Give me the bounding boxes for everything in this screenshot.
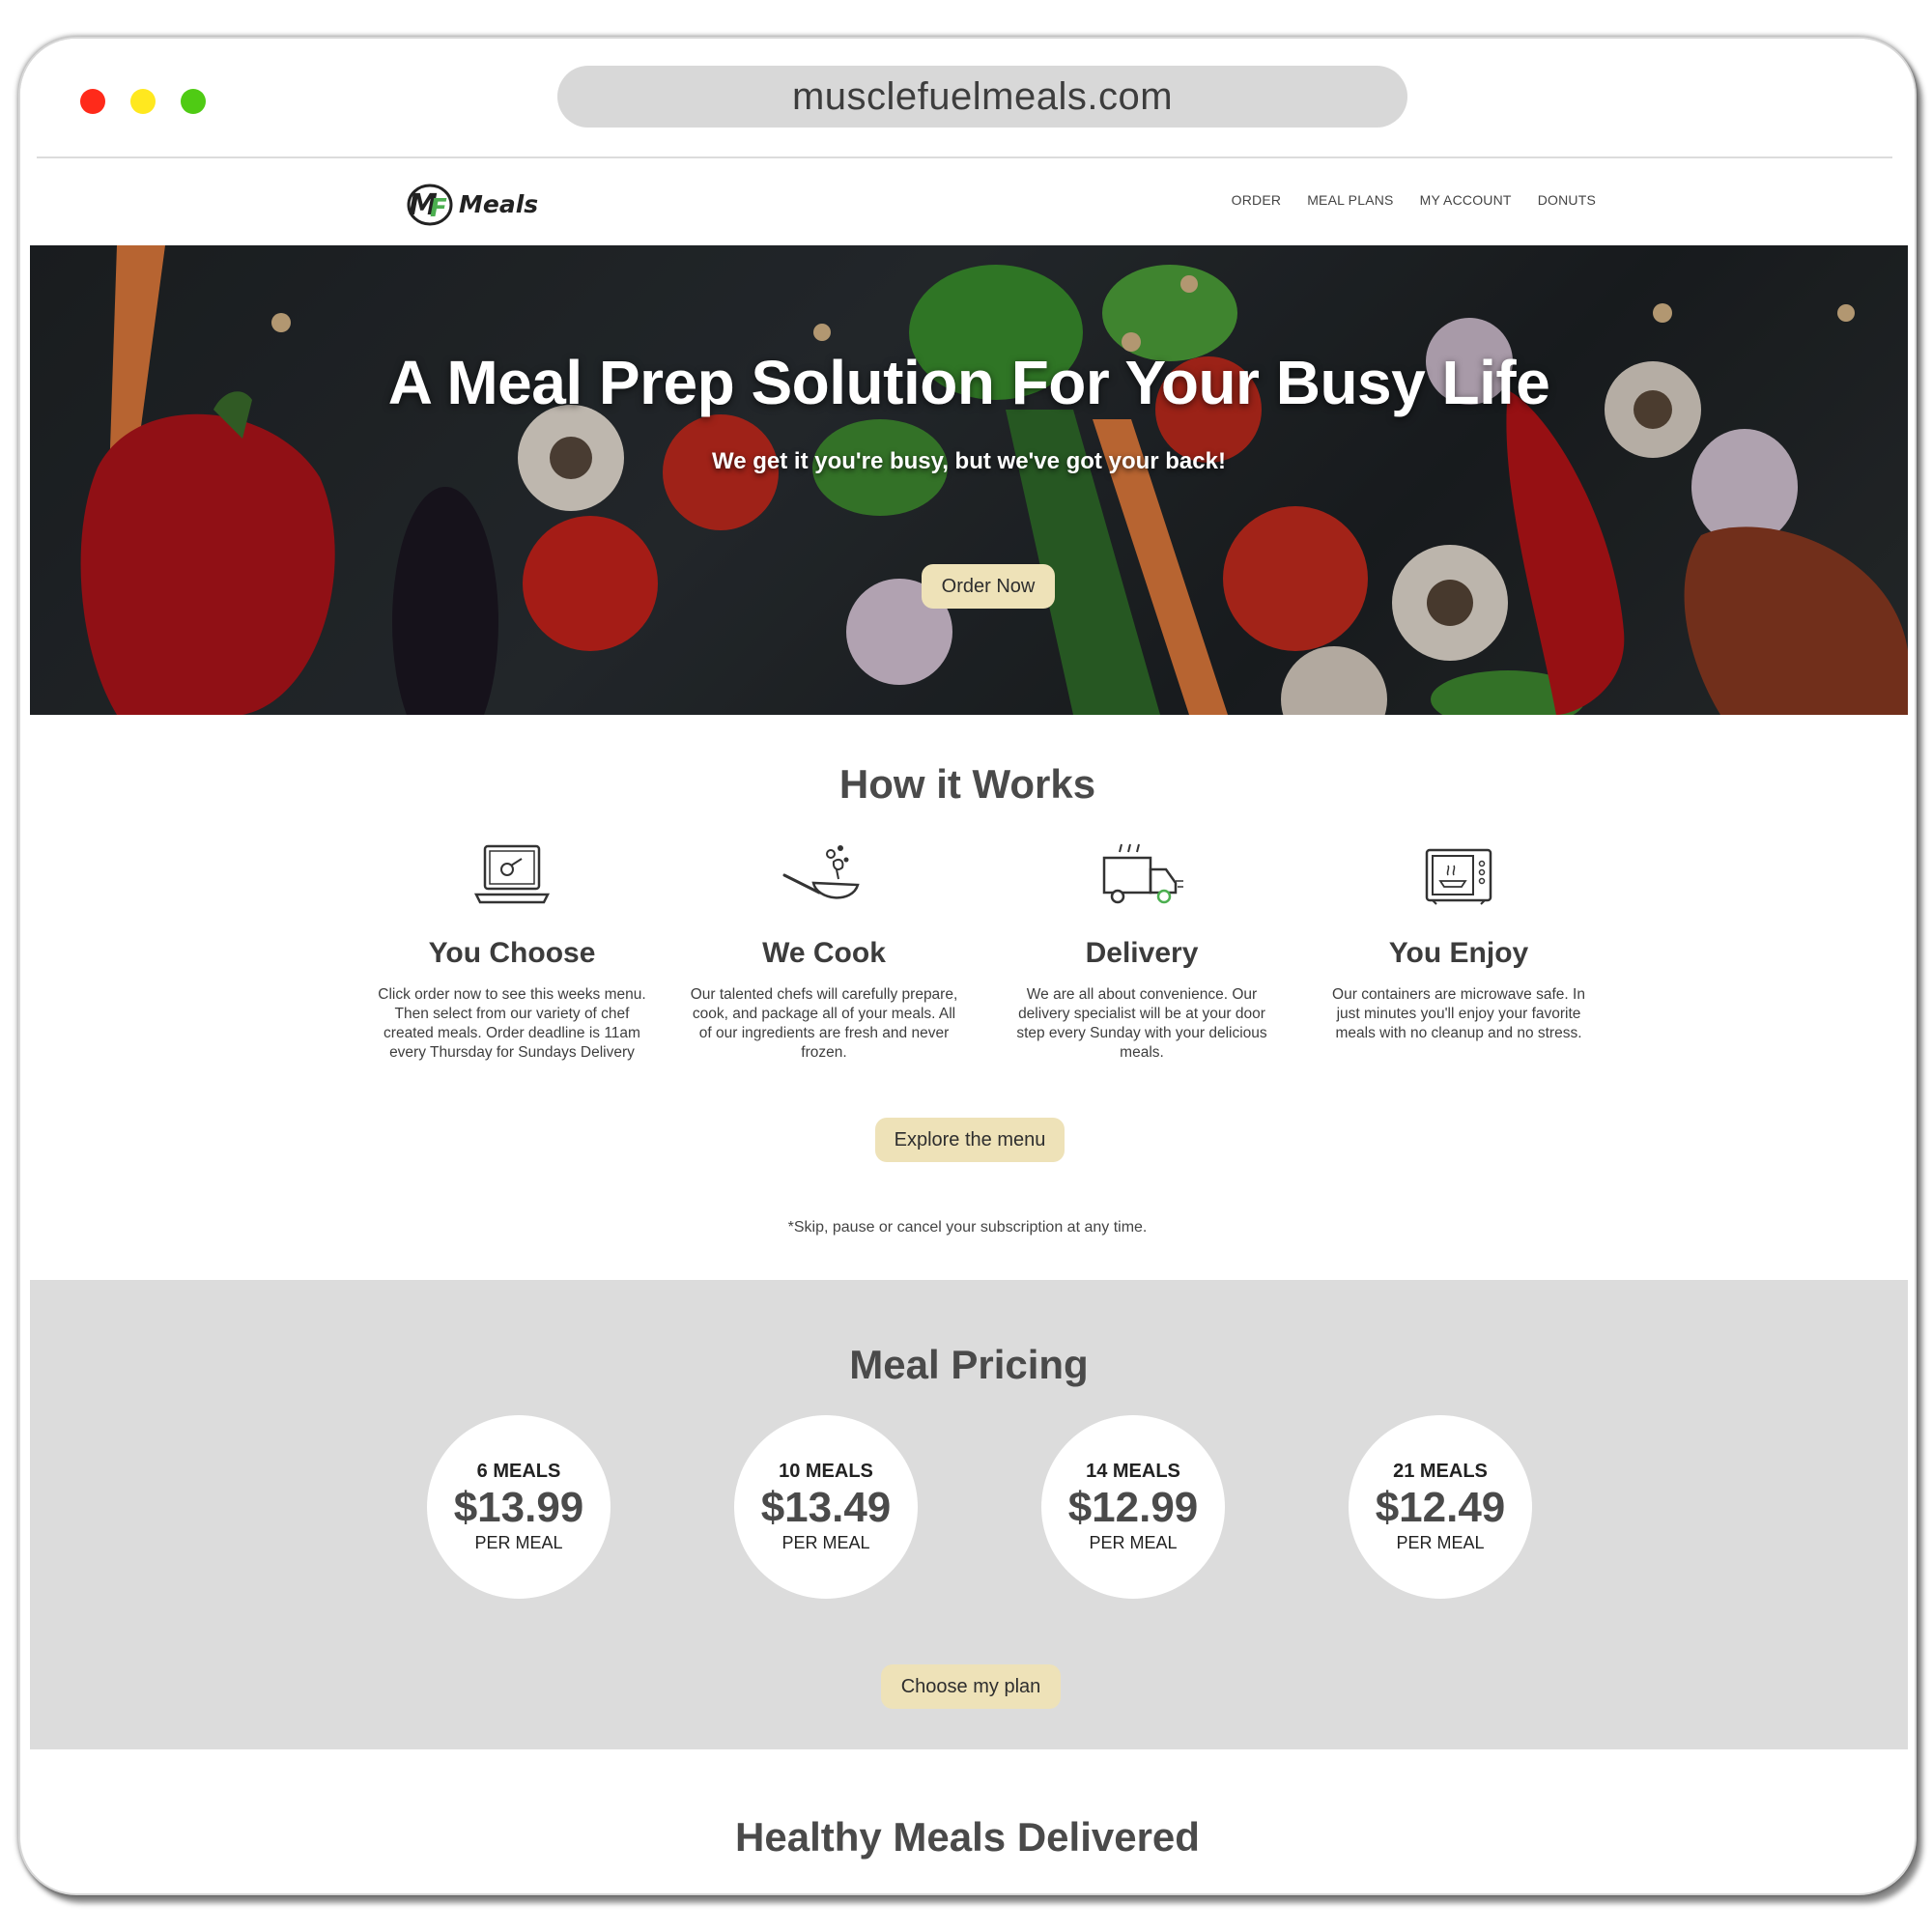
order-now-button[interactable]: Order Now: [922, 564, 1055, 609]
vegetables-background-image: [30, 245, 1908, 715]
hero-subtitle: We get it you're busy, but we've got you…: [712, 448, 1226, 474]
step-text: Our talented chefs will carefully prepar…: [690, 986, 958, 1061]
price-plan-6[interactable]: 6 MEALS $13.99 PER MEAL: [427, 1415, 611, 1599]
minimize-window-button[interactable]: [130, 89, 156, 114]
logo-text: Meals: [459, 189, 539, 218]
microwave-icon: [1425, 848, 1492, 905]
hero-title: A Meal Prep Solution For Your Busy Life: [387, 348, 1550, 417]
plan-price: $13.49: [760, 1484, 892, 1531]
delivery-truck-icon: [1102, 843, 1183, 904]
nav-order[interactable]: ORDER: [1232, 192, 1282, 208]
plan-per-label: PER MEAL: [474, 1533, 563, 1552]
nav-donuts[interactable]: DONUTS: [1538, 192, 1596, 208]
address-bar[interactable]: musclefuelmeals.com: [557, 66, 1407, 128]
step-title: We Cook: [762, 937, 886, 969]
step-title: You Enjoy: [1388, 937, 1529, 969]
hero-banner: A Meal Prep Solution For Your Busy Life …: [30, 245, 1908, 715]
site-header: M F Meals ORDER MEAL PLANS MY ACCOUNT DO…: [20, 158, 1915, 245]
price-plan-14[interactable]: 14 MEALS $12.99 PER MEAL: [1041, 1415, 1225, 1599]
browser-chrome: musclefuelmeals.com: [20, 39, 1915, 158]
browser-window: musclefuelmeals.com M F Meals ORDER MEAL…: [18, 37, 1917, 1895]
step-we-cook: We Cook Our talented chefs will carefull…: [689, 840, 959, 1063]
site-logo[interactable]: M F Meals: [403, 178, 538, 230]
mf-logo-icon: M F: [407, 184, 453, 226]
maximize-window-button[interactable]: [181, 89, 206, 114]
step-text: We are all about convenience. Our delive…: [1016, 986, 1267, 1061]
pricing-title: Meal Pricing: [849, 1342, 1089, 1387]
step-text: Our containers are microwave safe. In ju…: [1332, 986, 1585, 1041]
step-you-enjoy: You Enjoy Our containers are microwave s…: [1323, 840, 1594, 1043]
step-you-choose: You Choose Click order now to see this w…: [377, 840, 647, 1063]
price-plan-10[interactable]: 10 MEALS $13.49 PER MEAL: [734, 1415, 918, 1599]
step-title: Delivery: [1085, 937, 1199, 969]
plan-per-label: PER MEAL: [781, 1533, 870, 1552]
plan-per-label: PER MEAL: [1396, 1533, 1485, 1552]
main-nav: ORDER MEAL PLANS MY ACCOUNT DONUTS: [1232, 192, 1596, 208]
plan-meal-count: 10 MEALS: [779, 1461, 873, 1482]
url-text: musclefuelmeals.com: [791, 74, 1174, 118]
choose-plan-button[interactable]: Choose my plan: [881, 1664, 1061, 1709]
close-window-button[interactable]: [80, 89, 105, 114]
laptop-icon: [473, 844, 551, 904]
plan-meal-count: 6 MEALS: [476, 1461, 561, 1482]
price-plan-21[interactable]: 21 MEALS $12.49 PER MEAL: [1349, 1415, 1532, 1599]
plan-meal-count: 14 MEALS: [1086, 1461, 1180, 1482]
nav-my-account[interactable]: MY ACCOUNT: [1420, 192, 1512, 208]
nav-meal-plans[interactable]: MEAL PLANS: [1307, 192, 1393, 208]
step-title: You Choose: [428, 937, 596, 969]
plan-price: $13.99: [453, 1484, 584, 1531]
plan-meal-count: 21 MEALS: [1393, 1461, 1488, 1482]
step-text: Click order now to see this weeks menu. …: [378, 986, 646, 1061]
subscription-note: *Skip, pause or cancel your subscription…: [787, 1219, 1148, 1236]
svg-text:F: F: [430, 194, 447, 223]
how-it-works-title: How it Works: [838, 761, 1096, 807]
plan-price: $12.49: [1375, 1484, 1506, 1531]
healthy-meals-title: Healthy Meals Delivered: [735, 1814, 1200, 1860]
step-delivery: Delivery We are all about convenience. O…: [1007, 840, 1277, 1063]
plan-price: $12.99: [1067, 1484, 1199, 1531]
plan-per-label: PER MEAL: [1089, 1533, 1178, 1552]
explore-menu-button[interactable]: Explore the menu: [875, 1118, 1065, 1162]
wok-icon: [782, 845, 860, 899]
